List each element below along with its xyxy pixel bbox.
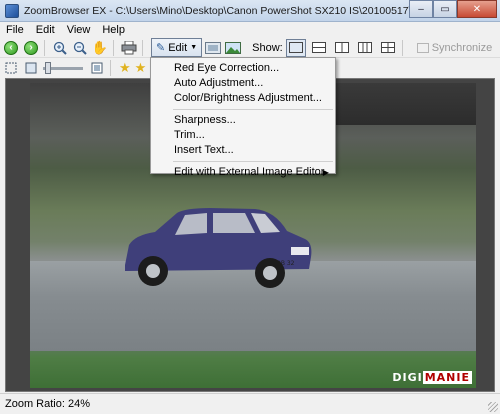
sync-icon [416, 42, 429, 53]
fit-window-icon [5, 62, 17, 74]
back-arrow-icon: ‹ [4, 40, 18, 55]
zoom-in-button[interactable] [51, 39, 69, 57]
submenu-arrow-icon: ▶ [322, 168, 329, 177]
quad-split-icon [380, 42, 395, 53]
maximize-button[interactable]: ▭ [433, 0, 457, 18]
menu-help[interactable]: Help [96, 24, 131, 36]
window-title: ZoomBrowser EX - C:\Users\Mino\Desktop\C… [24, 4, 409, 17]
edit-dropdown-menu: Red Eye Correction... Auto Adjustment...… [150, 57, 336, 178]
edit-menu-button[interactable]: ✎ Edit ▼ [151, 38, 203, 57]
menu-view[interactable]: View [61, 24, 97, 36]
chevron-down-icon: ▼ [190, 44, 198, 51]
printer-icon [121, 40, 137, 54]
view-quad-button[interactable] [378, 39, 398, 57]
main-toolbar: ‹ › ✋ ✎ Edit ▼ Show: Synchronize [0, 38, 500, 58]
fit-window-button[interactable] [2, 59, 20, 77]
full-screen-icon [91, 62, 103, 74]
image-icon [225, 41, 242, 54]
menu-separator [173, 161, 333, 162]
actual-size-icon [25, 62, 37, 74]
forward-button[interactable]: › [22, 39, 40, 57]
zoom-in-icon [53, 41, 67, 55]
menu-file[interactable]: File [0, 24, 30, 36]
app-icon [5, 3, 19, 18]
actual-size-button[interactable] [22, 59, 40, 77]
view-horizontal-button[interactable] [309, 39, 329, 57]
watermark-digi: DIGI [392, 371, 423, 384]
print-button[interactable] [120, 39, 138, 57]
menu-external-editor-label: Edit with External Image Editor [174, 166, 325, 178]
toolbar-separator [44, 39, 45, 56]
edit-button-label: Edit [168, 41, 188, 54]
menu-bar: File Edit View Help [0, 22, 500, 38]
synchronize-label: Synchronize [431, 41, 493, 54]
menu-trim[interactable]: Trim... [151, 128, 335, 143]
single-view-icon [288, 42, 303, 53]
triple-split-icon [357, 42, 372, 53]
car-illustration: 2B 32 [125, 208, 312, 288]
hand-icon: ✋ [91, 39, 109, 55]
horizontal-split-icon [311, 42, 326, 53]
watermark: DIGI MANIE [392, 371, 472, 384]
toolbar-separator [401, 39, 403, 56]
forward-arrow-icon: › [24, 40, 38, 55]
zoom-out-icon [73, 41, 87, 55]
toolbar-separator [142, 39, 143, 56]
menu-external-editor[interactable]: Edit with External Image Editor ▶ [151, 165, 335, 180]
star-icon[interactable]: ★ [135, 60, 147, 76]
resize-grip-icon[interactable] [488, 402, 498, 412]
view-triple-button[interactable] [355, 39, 375, 57]
show-label: Show: [252, 41, 283, 54]
menu-red-eye-correction[interactable]: Red Eye Correction... [151, 61, 335, 76]
status-bar: Zoom Ratio: 24% [0, 393, 500, 414]
slideshow-button[interactable] [204, 39, 222, 57]
menu-separator [173, 109, 333, 110]
zoom-out-button[interactable] [71, 39, 89, 57]
pan-hand-button[interactable]: ✋ [91, 39, 109, 57]
slideshow-icon [205, 41, 222, 54]
zoom-slider[interactable] [43, 61, 83, 74]
title-bar: ZoomBrowser EX - C:\Users\Mino\Desktop\C… [0, 0, 500, 22]
back-button[interactable]: ‹ [2, 39, 20, 57]
watermark-manie: MANIE [422, 371, 472, 384]
menu-edit[interactable]: Edit [30, 24, 61, 36]
menu-insert-text[interactable]: Insert Text... [151, 143, 335, 158]
view-single-button[interactable] [285, 38, 306, 57]
vertical-split-icon [334, 42, 349, 53]
full-screen-button[interactable] [88, 59, 106, 77]
window-controls: – ▭ ✕ [409, 0, 497, 18]
star-icon[interactable]: ★ [119, 60, 131, 76]
synchronize-button[interactable]: Synchronize [416, 41, 493, 54]
menu-color-brightness[interactable]: Color/Brightness Adjustment... [151, 91, 335, 106]
view-vertical-button[interactable] [332, 39, 352, 57]
zoom-slider-thumb[interactable] [45, 61, 51, 74]
toolbar-separator [110, 60, 111, 76]
toolbar-separator [113, 39, 114, 56]
menu-sharpness[interactable]: Sharpness... [151, 113, 335, 128]
image-view-button[interactable] [224, 39, 242, 57]
minimize-button[interactable]: – [409, 0, 433, 18]
menu-auto-adjustment[interactable]: Auto Adjustment... [151, 76, 335, 91]
close-button[interactable]: ✕ [457, 0, 497, 18]
brush-icon: ✎ [156, 42, 166, 54]
zoom-ratio-text: Zoom Ratio: 24% [5, 398, 90, 410]
